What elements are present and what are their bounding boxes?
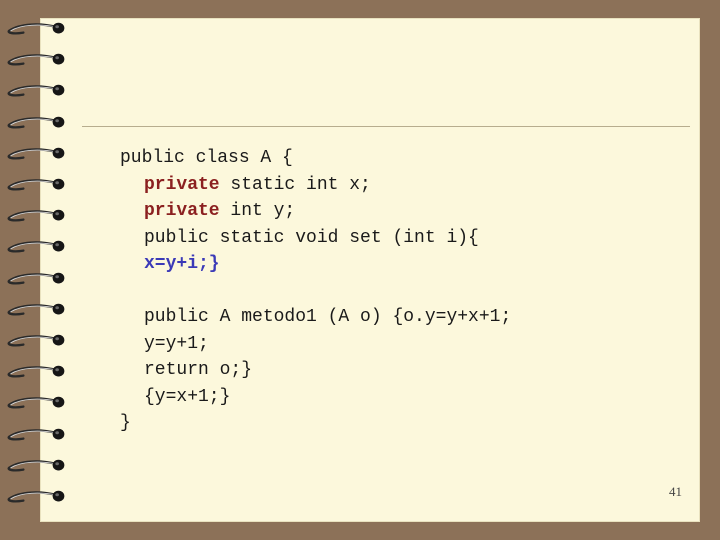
- code-line-metodo1: public A metodo1 (A o) {o.y=y+x+1;: [144, 307, 512, 327]
- spiral-ring-icon: [7, 428, 65, 441]
- keyword-private: private: [144, 174, 220, 195]
- page-number: 41: [669, 484, 682, 499]
- header-rule: [82, 126, 690, 127]
- code-line-close: }: [120, 413, 131, 433]
- code-line-field-y: private int y;: [144, 201, 296, 221]
- spiral-ring-icon: [7, 490, 65, 503]
- spiral-ring-icon: [7, 22, 65, 35]
- spiral-ring-icon: [7, 459, 65, 472]
- code-line-set-body: x=y+i;}: [144, 254, 220, 274]
- spiral-ring-icon: [7, 365, 65, 378]
- keyword-private: private: [144, 201, 220, 221]
- code-line-class-decl: public class A {: [120, 148, 293, 168]
- spiral-ring-icon: [7, 116, 65, 129]
- spiral-ring-icon: [7, 209, 65, 222]
- spiral-ring-icon: [7, 303, 65, 316]
- notebook-page: public class A { private static int x; p…: [40, 18, 700, 522]
- code-line-set-method: public static void set (int i){: [144, 227, 479, 248]
- code-line-block: {y=x+1;}: [144, 386, 231, 407]
- spiral-ring-icon: [7, 241, 65, 253]
- code-line-increment: y=y+1;: [144, 333, 209, 354]
- spiral-ring-icon: [7, 53, 65, 66]
- spiral-ring-icon: [7, 334, 65, 347]
- code-line-field-x: private static int x;: [144, 174, 371, 195]
- spiral-ring-icon: [7, 272, 65, 285]
- spiral-ring-icon: [7, 178, 65, 191]
- spiral-ring-icon: [7, 397, 65, 409]
- spiral-ring-icon: [7, 147, 65, 160]
- spiral-ring-icon: [7, 85, 65, 97]
- code-line-return: return o;}: [144, 360, 253, 380]
